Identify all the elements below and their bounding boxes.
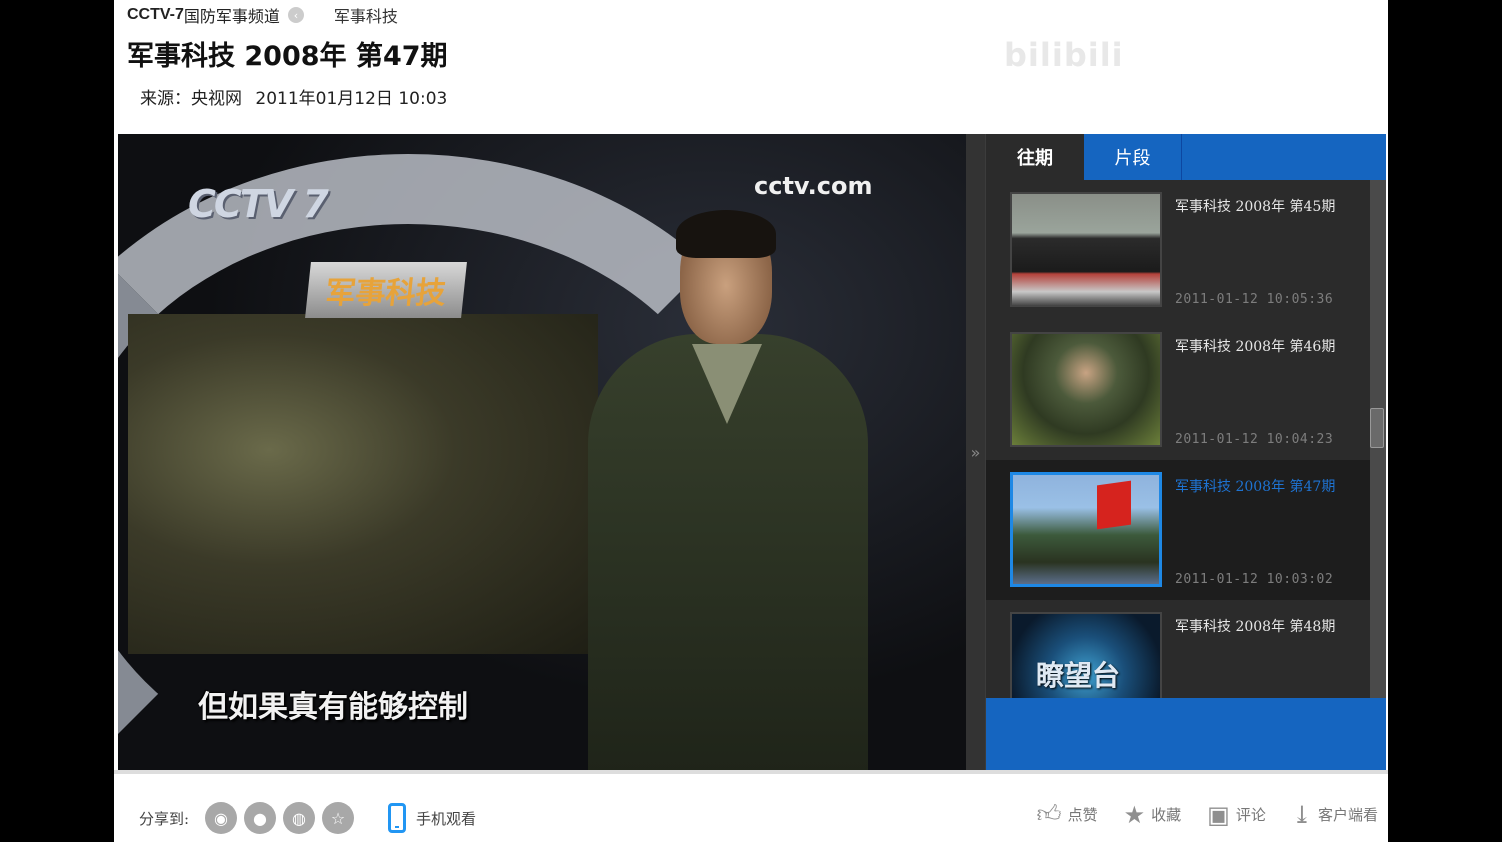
- scrollbar-thumb[interactable]: [1370, 408, 1384, 448]
- comment-button[interactable]: ▣ 评论: [1207, 801, 1266, 829]
- episode-time: 2011-01-12 10:05:36: [1175, 292, 1334, 307]
- source-label: 来源：央视网: [140, 89, 242, 109]
- download-icon: ⤓: [1291, 800, 1312, 829]
- breadcrumb: CCTV-7 国防军事频道 ‹ 军事科技: [127, 4, 398, 26]
- share-icons: ◉ ● ◍ ☆: [205, 802, 354, 834]
- episode-list: 军事科技 2008年 第45期 2011-01-12 10:05:36 军事科技…: [986, 180, 1370, 698]
- chevron-left-icon: ‹: [287, 7, 304, 23]
- tab-clips[interactable]: 片段: [1084, 134, 1182, 180]
- episode-thumbnail: [1010, 612, 1162, 698]
- panel-footer: [986, 698, 1386, 770]
- like-button[interactable]: 👍︎ 点赞: [1037, 800, 1098, 829]
- episode-panel: » 往期 片段 军事科技 2008年 第45期 2011-01-12 10:05…: [966, 134, 1386, 770]
- episode-title: 军事科技 2008年 第48期: [1175, 619, 1336, 635]
- column-link[interactable]: 军事科技: [334, 3, 398, 27]
- episode-thumbnail: [1010, 472, 1162, 587]
- comment-icon: ▣: [1207, 800, 1230, 829]
- thumbs-up-icon: 👍︎: [1036, 800, 1062, 828]
- page-title: 军事科技 2008年 第47期: [127, 41, 448, 72]
- panel-tabs: 往期 片段: [986, 134, 1386, 180]
- episode-item-active[interactable]: 军事科技 2008年 第47期 2011-01-12 10:03:02: [986, 460, 1370, 600]
- divider: [114, 770, 1388, 774]
- favorite-button[interactable]: ★ 收藏: [1124, 801, 1182, 829]
- news-anchor: [588, 210, 868, 770]
- tab-past-episodes[interactable]: 往期: [986, 134, 1084, 180]
- comment-label: 评论: [1235, 806, 1266, 824]
- wechat-icon[interactable]: ◍: [283, 802, 315, 834]
- client-watch-label: 客户端看: [1317, 806, 1378, 824]
- star-icon[interactable]: ☆: [322, 802, 354, 834]
- episode-thumbnail: [1010, 192, 1162, 307]
- episode-thumbnail: [1010, 332, 1162, 447]
- mobile-watch-link[interactable]: 手机观看: [388, 803, 476, 833]
- scrollbar[interactable]: [1370, 180, 1386, 698]
- qq-icon[interactable]: ●: [244, 802, 276, 834]
- watermark-logo: bilibili: [1004, 36, 1124, 74]
- episode-time: 2011-01-12 10:03:02: [1175, 572, 1334, 587]
- video-subtitle: 但如果真有能够控制: [198, 690, 468, 725]
- episode-title: 军事科技 2008年 第45期: [1175, 199, 1336, 215]
- like-label: 点赞: [1067, 806, 1098, 824]
- weibo-icon[interactable]: ◉: [205, 802, 237, 834]
- mobile-watch-label: 手机观看: [416, 809, 477, 828]
- phone-icon: [388, 803, 406, 833]
- program-logo: 军事科技: [305, 262, 467, 318]
- episode-item[interactable]: 军事科技 2008年 第46期 2011-01-12 10:04:23: [986, 320, 1370, 460]
- publish-datetime: 2011年01月12日 10:03: [255, 89, 448, 109]
- station-logo: CCTV 7: [188, 182, 329, 226]
- action-bar: 👍︎ 点赞 ★ 收藏 ▣ 评论 ⤓ 客户端看: [1037, 800, 1378, 829]
- page: CCTV-7 国防军事频道 ‹ 军事科技 军事科技 2008年 第47期 来源：…: [114, 0, 1388, 842]
- meta-line: 来源：央视网 2011年01月12日 10:03: [140, 84, 455, 109]
- episode-item[interactable]: 军事科技 2008年 第48期: [986, 600, 1370, 698]
- video-player[interactable]: CCTV 7 军事科技 cctv.com 但如果真有能够控制: [118, 134, 966, 770]
- share-label: 分享到:: [139, 810, 190, 828]
- episode-item[interactable]: 军事科技 2008年 第45期 2011-01-12 10:05:36: [986, 180, 1370, 320]
- web-logo: cctv.com: [754, 172, 873, 200]
- channel-name-link[interactable]: 国防军事频道: [184, 3, 280, 27]
- double-chevron-right-icon[interactable]: »: [966, 134, 986, 770]
- star-icon: ★: [1123, 800, 1146, 829]
- favorite-label: 收藏: [1151, 806, 1182, 824]
- channel-link[interactable]: CCTV-7: [127, 6, 184, 24]
- episode-title: 军事科技 2008年 第46期: [1175, 339, 1336, 355]
- client-watch-button[interactable]: ⤓ 客户端看: [1292, 801, 1378, 829]
- studio-screen: [128, 314, 598, 654]
- episode-title: 军事科技 2008年 第47期: [1175, 479, 1336, 495]
- anchor-hair: [676, 210, 776, 258]
- episode-time: 2011-01-12 10:04:23: [1175, 432, 1334, 447]
